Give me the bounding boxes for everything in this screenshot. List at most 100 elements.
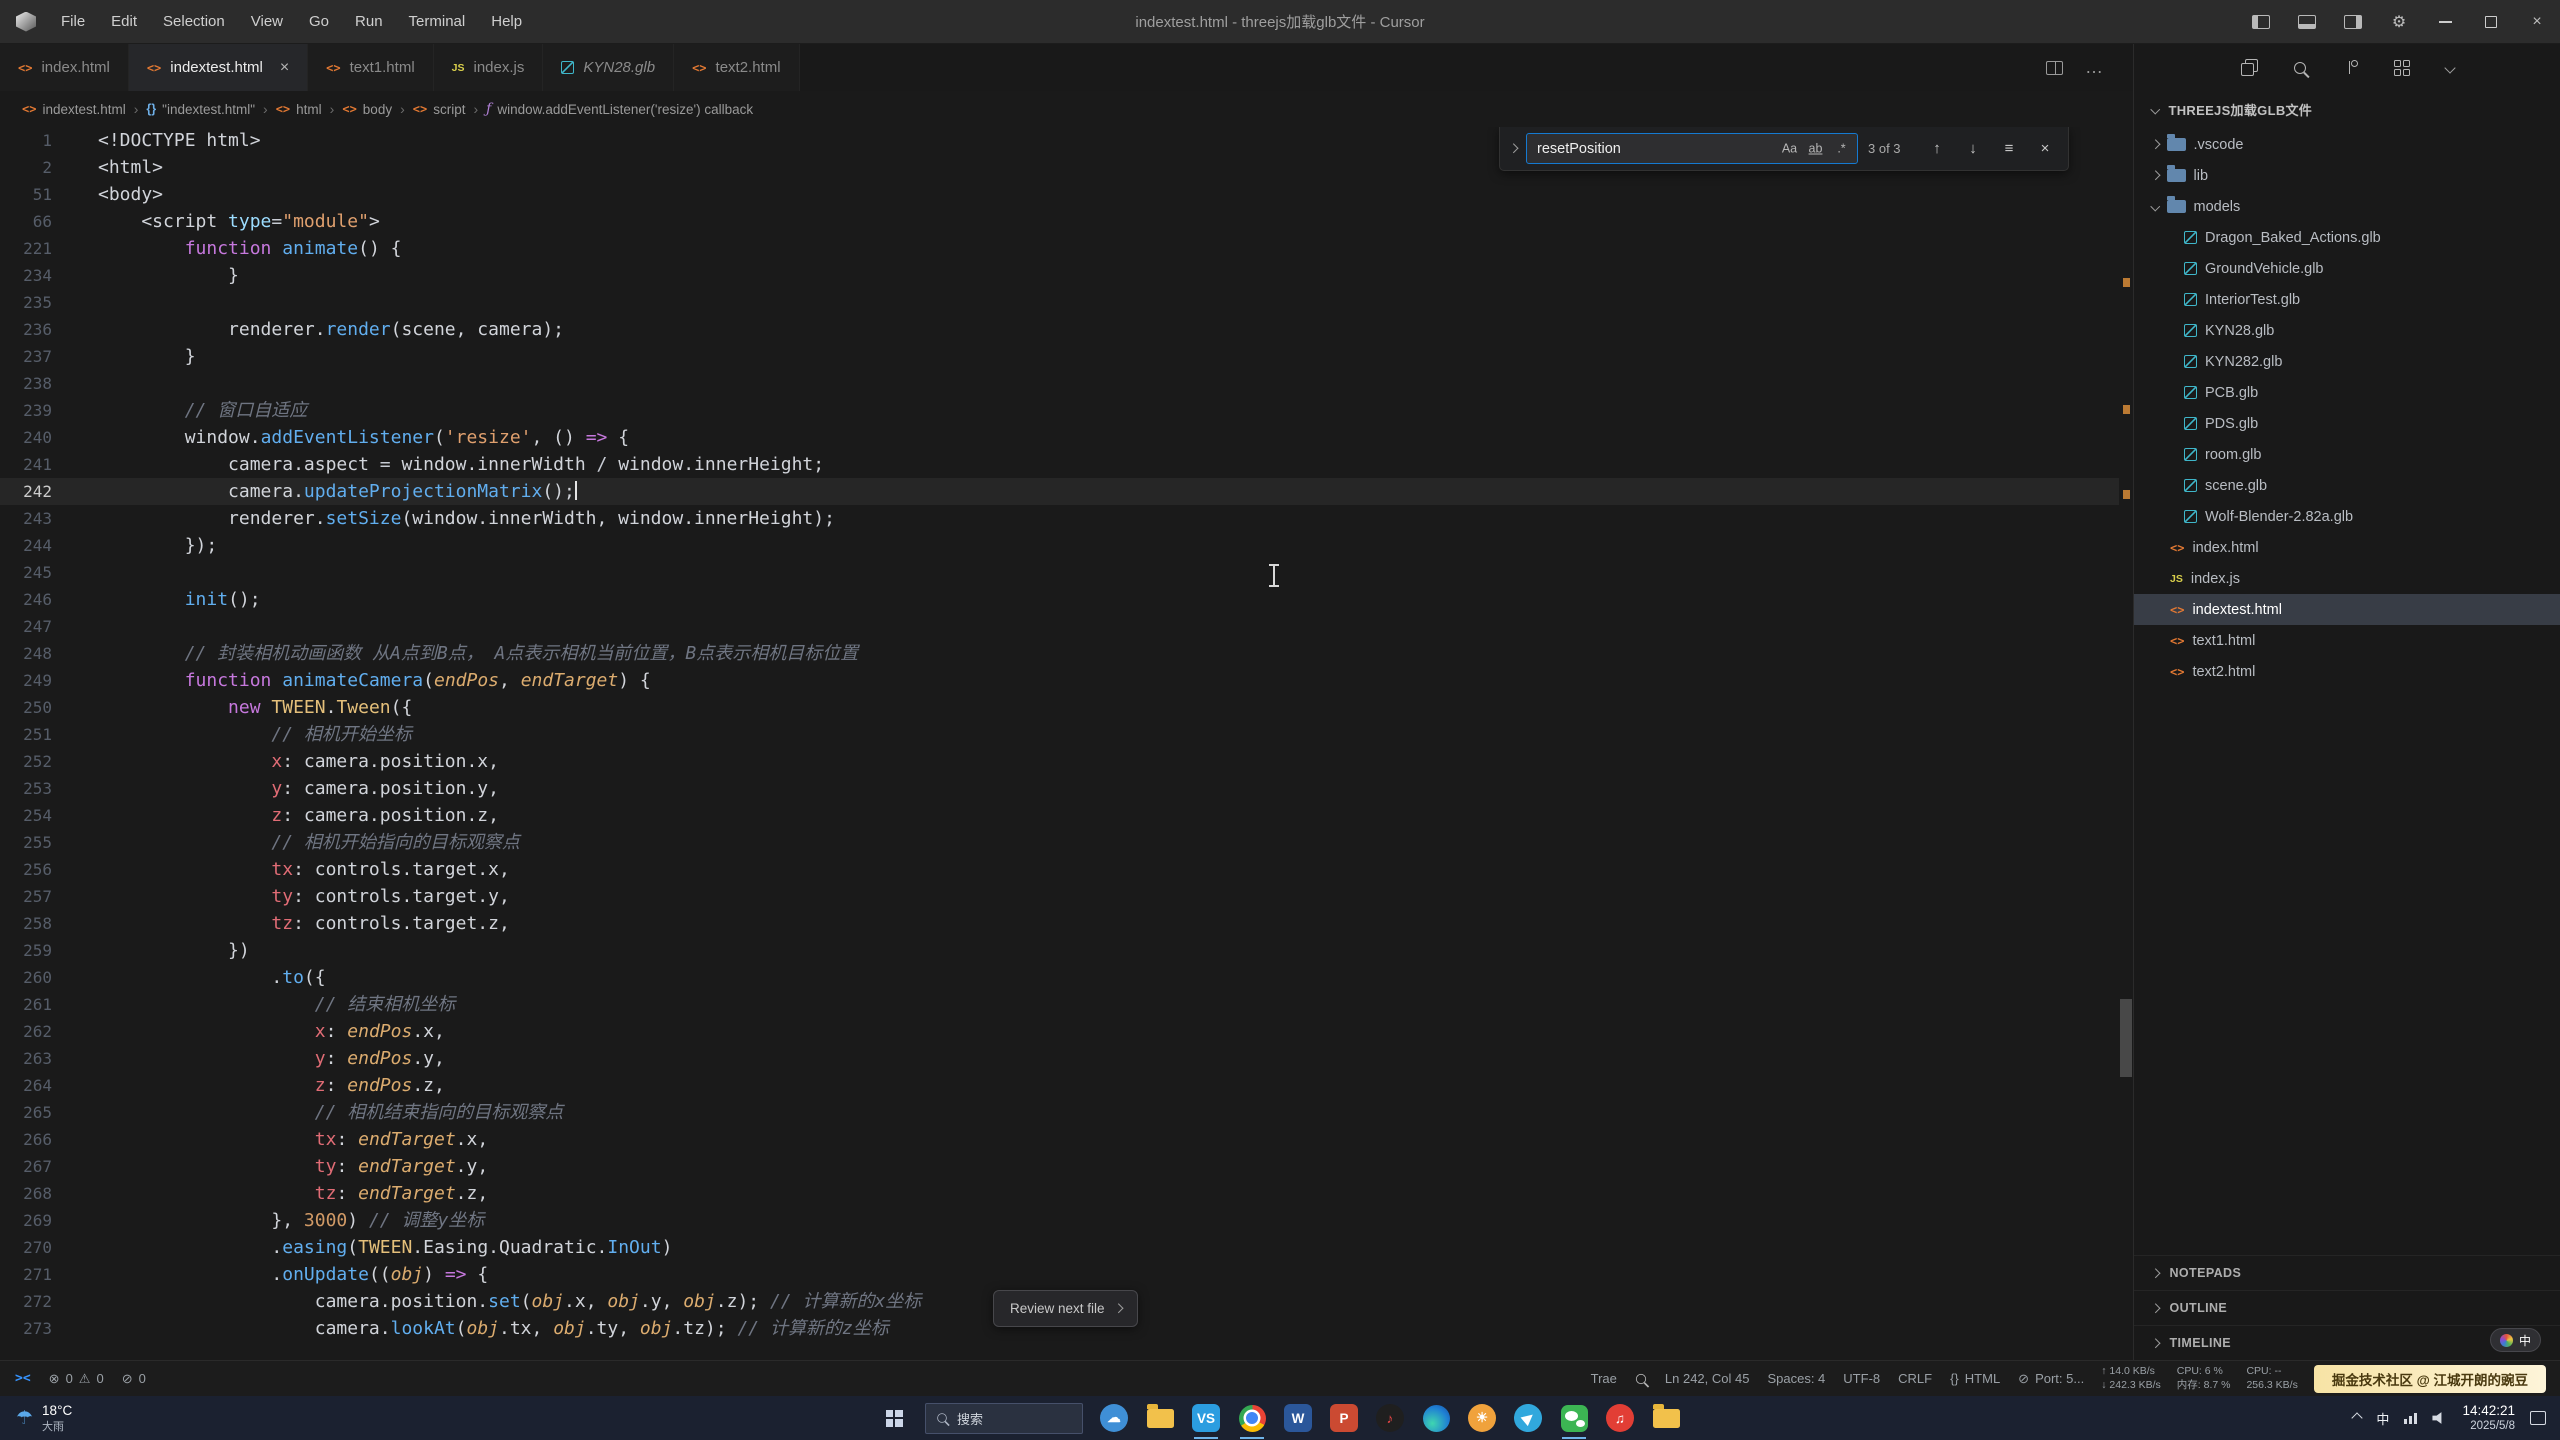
extensions-icon[interactable]: [2394, 60, 2410, 76]
ime-indicator[interactable]: 中: [2376, 1409, 2389, 1428]
whole-word-toggle[interactable]: ab: [1804, 137, 1827, 160]
line-number[interactable]: 234: [0, 262, 76, 289]
code-line-250[interactable]: 250 new TWEEN.Tween({: [0, 694, 2119, 721]
tree-item-models[interactable]: models: [2134, 191, 2560, 222]
taskbar-weather[interactable]: ☂ 18°C 大雨: [0, 1396, 88, 1440]
menu-help[interactable]: Help: [478, 0, 535, 44]
taskbar-app-word[interactable]: W: [1275, 1396, 1321, 1440]
code-line-268[interactable]: 268 tz: endTarget.z,: [0, 1180, 2119, 1207]
line-number[interactable]: 266: [0, 1126, 76, 1153]
layout-sidebar-right-icon[interactable]: [2330, 0, 2376, 44]
start-button[interactable]: [871, 1396, 917, 1440]
tree-item-Wolf-Blender-2.82a.glb[interactable]: Wolf-Blender-2.82a.glb: [2134, 501, 2560, 532]
code-line-267[interactable]: 267 ty: endTarget.y,: [0, 1153, 2119, 1180]
tree-item-scene.glb[interactable]: scene.glb: [2134, 470, 2560, 501]
breadcrumb-item[interactable]: <>indextest.html: [22, 102, 126, 117]
port-forward[interactable]: ⊘Port: 5...: [2009, 1361, 2093, 1396]
close-window-button[interactable]: ×: [2514, 0, 2560, 44]
taskbar-app-chrome[interactable]: [1229, 1396, 1275, 1440]
line-number[interactable]: 246: [0, 586, 76, 613]
tray-expand-icon[interactable]: [2352, 1412, 2363, 1423]
taskbar-app-weather-widget[interactable]: ☁: [1091, 1396, 1137, 1440]
line-number[interactable]: 1: [0, 127, 76, 154]
tree-item-indextest.html[interactable]: <>indextest.html: [2134, 594, 2560, 625]
code-line-243[interactable]: 243 renderer.setSize(window.innerWidth, …: [0, 505, 2119, 532]
source-control-icon[interactable]: [2342, 59, 2358, 76]
tree-item-Dragon_Baked_Actions.glb[interactable]: Dragon_Baked_Actions.glb: [2134, 222, 2560, 253]
line-number[interactable]: 268: [0, 1180, 76, 1207]
taskbar-app-wechat[interactable]: [1551, 1396, 1597, 1440]
code-line-263[interactable]: 263 y: endPos.y,: [0, 1045, 2119, 1072]
code-line-246[interactable]: 246 init();: [0, 586, 2119, 613]
find-in-selection-button[interactable]: ≡: [1996, 136, 2022, 162]
code-line-262[interactable]: 262 x: endPos.x,: [0, 1018, 2119, 1045]
eol-sequence[interactable]: CRLF: [1889, 1361, 1941, 1396]
line-number[interactable]: 252: [0, 748, 76, 775]
line-number[interactable]: 262: [0, 1018, 76, 1045]
taskbar-clock[interactable]: 14:42:21 2025/5/8: [2462, 1402, 2515, 1434]
line-number[interactable]: 265: [0, 1099, 76, 1126]
line-number[interactable]: 2: [0, 154, 76, 181]
taskbar-app-folder-2[interactable]: [1643, 1396, 1689, 1440]
more-actions-icon[interactable]: …: [2085, 57, 2103, 78]
code-line-237[interactable]: 237 }: [0, 343, 2119, 370]
line-number[interactable]: 242: [0, 478, 76, 505]
line-number[interactable]: 260: [0, 964, 76, 991]
tree-item-KYN282.glb[interactable]: KYN282.glb: [2134, 346, 2560, 377]
line-number[interactable]: 250: [0, 694, 76, 721]
tree-item-room.glb[interactable]: room.glb: [2134, 439, 2560, 470]
close-tab-icon[interactable]: ×: [280, 59, 289, 77]
maximize-button[interactable]: [2468, 0, 2514, 44]
code-line-234[interactable]: 234 }: [0, 262, 2119, 289]
editor-scrollbar[interactable]: [2119, 127, 2133, 1360]
tree-item-GroundVehicle.glb[interactable]: GroundVehicle.glb: [2134, 253, 2560, 284]
tree-item-index.html[interactable]: <>index.html: [2134, 532, 2560, 563]
code-line-265[interactable]: 265 // 相机结束指向的目标观察点: [0, 1099, 2119, 1126]
taskbar-app-music-red[interactable]: ♫: [1597, 1396, 1643, 1440]
tree-item-InteriorTest.glb[interactable]: InteriorTest.glb: [2134, 284, 2560, 315]
breadcrumb-item[interactable]: ƒwindow.addEventListener('resize') callb…: [486, 101, 753, 117]
code-line-241[interactable]: 241 camera.aspect = window.innerWidth / …: [0, 451, 2119, 478]
code-line-257[interactable]: 257 ty: controls.target.y,: [0, 883, 2119, 910]
line-number[interactable]: 269: [0, 1207, 76, 1234]
code-line-258[interactable]: 258 tz: controls.target.z,: [0, 910, 2119, 937]
line-number[interactable]: 248: [0, 640, 76, 667]
regex-toggle[interactable]: .*: [1830, 137, 1853, 160]
code-line-269[interactable]: 269 }, 3000) // 调整y坐标: [0, 1207, 2119, 1234]
line-number[interactable]: 239: [0, 397, 76, 424]
line-number[interactable]: 257: [0, 883, 76, 910]
network-icon[interactable]: [2404, 1413, 2417, 1424]
code-line-264[interactable]: 264 z: endPos.z,: [0, 1072, 2119, 1099]
tab-indextest.html[interactable]: <>indextest.html×: [129, 44, 308, 91]
line-number[interactable]: 258: [0, 910, 76, 937]
code-line-253[interactable]: 253 y: camera.position.y,: [0, 775, 2119, 802]
taskbar-app-telegram[interactable]: ▶: [1505, 1396, 1551, 1440]
panel-notepads[interactable]: NOTEPADS: [2134, 1255, 2560, 1290]
tree-item-lib[interactable]: lib: [2134, 160, 2560, 191]
code-line-239[interactable]: 239 // 窗口自适应: [0, 397, 2119, 424]
match-case-toggle[interactable]: Aa: [1778, 137, 1801, 160]
tree-item-PCB.glb[interactable]: PCB.glb: [2134, 377, 2560, 408]
code-line-66[interactable]: 66 <script type="module">: [0, 208, 2119, 235]
line-number[interactable]: 237: [0, 343, 76, 370]
code-line-245[interactable]: 245: [0, 559, 2119, 586]
menu-selection[interactable]: Selection: [150, 0, 238, 44]
tab-text2.html[interactable]: <>text2.html: [674, 44, 799, 91]
volume-icon[interactable]: [2432, 1411, 2447, 1425]
scrollbar-thumb[interactable]: [2120, 999, 2132, 1077]
line-number[interactable]: 245: [0, 559, 76, 586]
zoom-button[interactable]: [1626, 1361, 1656, 1396]
tree-item-PDS.glb[interactable]: PDS.glb: [2134, 408, 2560, 439]
minimize-button[interactable]: [2422, 0, 2468, 44]
line-number[interactable]: 51: [0, 181, 76, 208]
line-number[interactable]: 235: [0, 289, 76, 316]
language-mode[interactable]: {}HTML: [1941, 1361, 2009, 1396]
line-number[interactable]: 247: [0, 613, 76, 640]
code-editor[interactable]: 1<!DOCTYPE html>2<html>51<body>66 <scrip…: [0, 127, 2133, 1360]
tab-index.html[interactable]: <>index.html: [0, 44, 129, 91]
menu-run[interactable]: Run: [342, 0, 396, 44]
explorer-section-header[interactable]: THREEJS加载GLB文件: [2134, 91, 2560, 127]
tree-item-KYN28.glb[interactable]: KYN28.glb: [2134, 315, 2560, 346]
taskbar-search[interactable]: 搜索: [925, 1403, 1083, 1434]
code-line-248[interactable]: 248 // 封装相机动画函数 从A点到B点， A点表示相机当前位置，B点表示相…: [0, 640, 2119, 667]
